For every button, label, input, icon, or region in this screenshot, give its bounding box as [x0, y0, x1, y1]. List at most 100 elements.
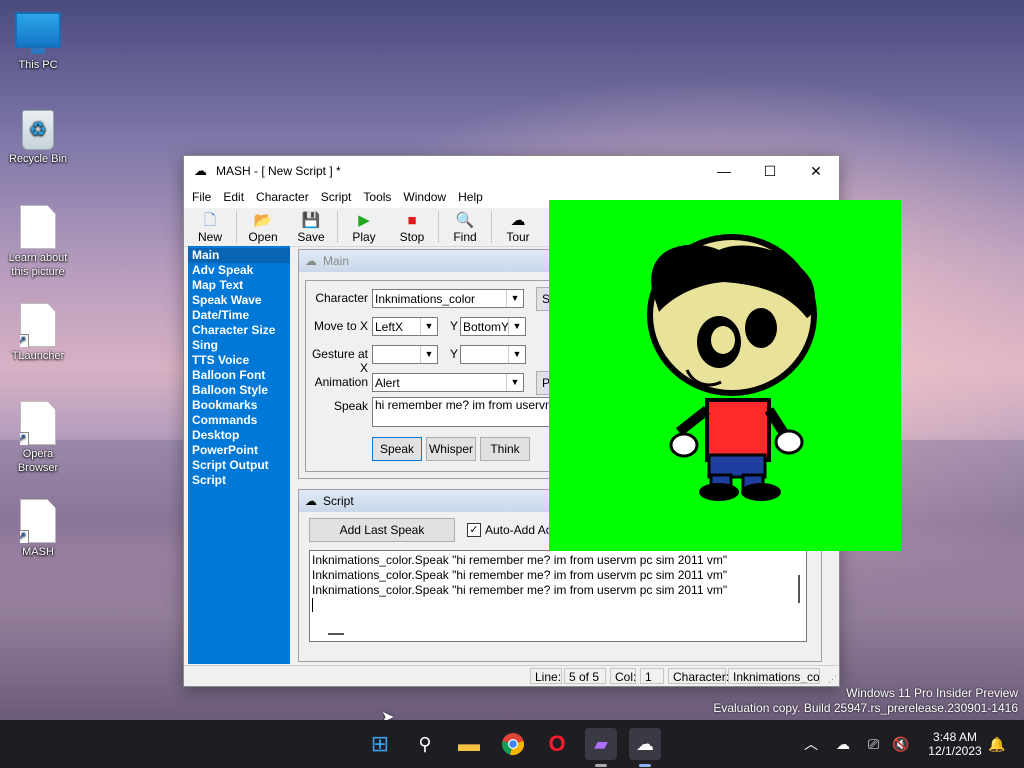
menu-window[interactable]: Window	[397, 190, 452, 204]
network-icon[interactable]: ⎚	[868, 720, 879, 768]
cloud-offline-icon[interactable]: ☁	[836, 720, 850, 768]
speak-button[interactable]: Speak	[372, 437, 422, 461]
nav-item-sing[interactable]: Sing	[188, 338, 290, 353]
moveto-x-combo[interactable]: LeftX ▼	[372, 317, 438, 336]
status-col-label: Col:	[610, 668, 636, 684]
file-shortcut-icon: ↗	[20, 303, 56, 347]
auto-add-checkbox[interactable]: ✓	[467, 523, 481, 537]
horizontal-scrollbar-thumb[interactable]	[328, 633, 344, 635]
minimize-button[interactable]: —	[701, 156, 747, 186]
character-combo[interactable]: Inknimations_color ▼	[372, 289, 524, 308]
menu-help[interactable]: Help	[452, 190, 489, 204]
play-button[interactable]: ▶ Play	[340, 212, 388, 246]
stop-button[interactable]: ■ Stop	[388, 212, 436, 246]
desktop-icon-label: Recycle Bin	[8, 153, 68, 165]
menu-tools[interactable]: Tools	[357, 190, 397, 204]
desktop-icon-tlauncher[interactable]: ↗ TLauncher	[0, 303, 76, 363]
save-button[interactable]: 💾 Save	[287, 212, 335, 246]
resize-grip-icon[interactable]: ⋰	[828, 674, 837, 685]
maximize-button[interactable]: ☐	[747, 156, 793, 186]
chevron-down-icon[interactable]: ▼	[506, 374, 523, 391]
search-icon[interactable]: ⚲	[409, 728, 441, 760]
video-editor-icon[interactable]: ▰	[585, 728, 617, 760]
file-explorer-icon[interactable]: ▬	[453, 728, 485, 760]
script-panel-title: Script	[323, 494, 354, 508]
watermark-line-1: Windows 11 Pro Insider Preview	[846, 686, 1018, 700]
gesture-x-combo[interactable]: ▼	[372, 345, 438, 364]
nav-item-script-output[interactable]: Script Output	[188, 458, 290, 473]
status-col-value: 1	[640, 668, 664, 684]
character-sprite-window[interactable]	[549, 200, 901, 551]
chrome-icon[interactable]	[497, 728, 529, 760]
add-last-speak-button[interactable]: Add Last Speak	[309, 518, 455, 542]
chevron-down-icon[interactable]: ▼	[508, 318, 525, 335]
speak-text-input[interactable]: hi remember me? im from uservm pc s	[372, 397, 552, 427]
moveto-y-value: BottomY	[463, 320, 510, 334]
menu-character[interactable]: Character	[250, 190, 315, 204]
moveto-y-combo[interactable]: BottomY ▼	[460, 317, 526, 336]
scrollbar-thumb[interactable]	[798, 575, 800, 603]
animation-combo[interactable]: Alert ▼	[372, 373, 524, 392]
script-editor[interactable]: Inknimations_color.Speak "hi remember me…	[309, 550, 807, 642]
find-button[interactable]: 🔍 Find	[441, 212, 489, 246]
windows-start-icon[interactable]: ⊞	[364, 728, 396, 760]
nav-item-adv-speak[interactable]: Adv Speak	[188, 263, 290, 278]
mash-icon[interactable]: ☁	[629, 728, 661, 760]
clock-time: 3:48 AM	[932, 730, 978, 744]
open-button[interactable]: 📂 Open	[239, 212, 287, 246]
clock[interactable]: 3:48 AM 12/1/2023	[920, 720, 990, 768]
nav-item-bookmarks[interactable]: Bookmarks	[188, 398, 290, 413]
desktop-icon-mash[interactable]: ↗ MASH	[0, 499, 76, 559]
new-button[interactable]: 🗋 New	[186, 212, 234, 246]
menu-script[interactable]: Script	[315, 190, 358, 204]
watermark-line-2: Evaluation copy. Build 25947.rs_prerelea…	[713, 701, 1018, 715]
desktop-icon-label: This PC	[18, 59, 58, 71]
desktop-icon-this-pc[interactable]: This PC	[0, 12, 76, 72]
chevron-down-icon[interactable]: ▼	[420, 346, 437, 363]
mash-app-icon: ☁	[194, 163, 207, 178]
chevron-down-icon[interactable]: ▼	[508, 346, 525, 363]
nav-item-tts-voice[interactable]: TTS Voice	[188, 353, 290, 368]
nav-item-speak-wave[interactable]: Speak Wave	[188, 293, 290, 308]
menu-edit[interactable]: Edit	[217, 190, 250, 204]
cartoon-character-image	[647, 234, 817, 501]
gesture-y-label: Y	[449, 347, 458, 361]
nav-item-balloon-font[interactable]: Balloon Font	[188, 368, 290, 383]
file-icon	[20, 205, 56, 249]
chevron-down-icon[interactable]: ▼	[506, 290, 523, 307]
nav-item-character-size[interactable]: Character Size	[188, 323, 290, 338]
nav-item-commands[interactable]: Commands	[188, 413, 290, 428]
think-button[interactable]: Think	[480, 437, 530, 461]
mash-panel-icon: ☁	[305, 254, 317, 268]
nav-item-script[interactable]: Script	[188, 473, 290, 488]
tour-button[interactable]: ☁ Tour	[494, 212, 542, 246]
gesture-y-combo[interactable]: ▼	[460, 345, 526, 364]
nav-item-powerpoint[interactable]: PowerPoint	[188, 443, 290, 458]
whisper-button[interactable]: Whisper	[426, 437, 476, 461]
nav-item-balloon-style[interactable]: Balloon Style	[188, 383, 290, 398]
nav-item-map-text[interactable]: Map Text	[188, 278, 290, 293]
mash-panel-icon: ☁	[305, 494, 317, 508]
magnifier-icon: 🔍	[455, 212, 475, 229]
notification-bell-icon[interactable]: 🔔	[988, 720, 1005, 768]
script-line: Inknimations_color.Speak "hi remember me…	[312, 568, 728, 582]
monitor-icon	[15, 12, 61, 54]
show-hidden-icons-button[interactable]: ︿	[804, 720, 818, 768]
moveto-label: Move to X	[313, 319, 368, 333]
running-indicator	[595, 764, 607, 767]
nav-item-main[interactable]: Main	[188, 248, 290, 263]
chevron-down-icon[interactable]: ▼	[420, 318, 437, 335]
gesture-label: Gesture at X	[311, 347, 368, 375]
nav-item-date-time[interactable]: Date/Time	[188, 308, 290, 323]
desktop-icon-recycle-bin[interactable]: ♻ Recycle Bin	[0, 110, 76, 166]
nav-item-desktop[interactable]: Desktop	[188, 428, 290, 443]
volume-muted-icon[interactable]: 🔇	[892, 720, 909, 768]
menu-file[interactable]: File	[186, 190, 217, 204]
title-bar[interactable]: ☁ MASH - [ New Script ] * — ☐ ✕	[184, 156, 839, 186]
desktop-icon-learn-picture[interactable]: Learn about this picture	[0, 205, 76, 279]
save-label: Save	[297, 230, 325, 244]
desktop-icon-opera[interactable]: ↗ Opera Browser	[0, 401, 76, 475]
opera-icon[interactable]: O	[541, 728, 573, 760]
folder-open-icon: 📂	[253, 212, 273, 229]
close-button[interactable]: ✕	[793, 156, 839, 186]
